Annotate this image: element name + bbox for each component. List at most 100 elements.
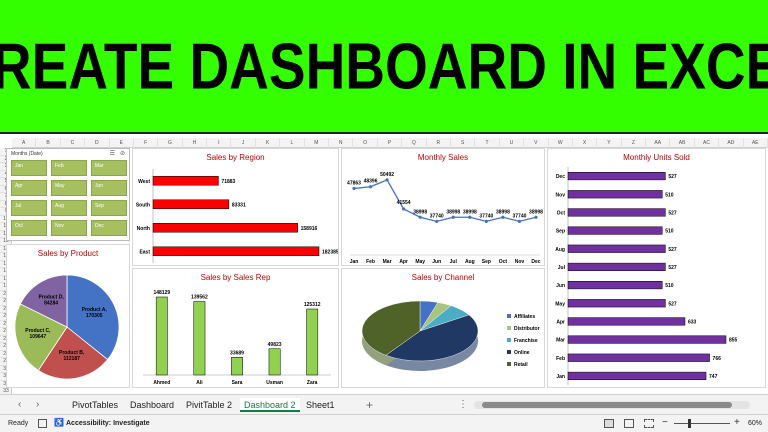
column-header-T[interactable]: T (475, 138, 500, 148)
prev-sheet-icon[interactable]: ‹ (18, 398, 21, 412)
column-header-C[interactable]: C (61, 138, 86, 148)
tick-label-ali: Ali (196, 380, 203, 386)
panel-sales-by-rep[interactable]: Sales by Sales Rep 148129 Ahmed 139562 Ali 3… (132, 268, 339, 388)
legend-swatch-affiliates (507, 314, 511, 318)
column-header-R[interactable]: R (427, 138, 451, 148)
data-label-oct: 527 (668, 210, 677, 216)
slicer-item-aug[interactable]: Aug (51, 200, 87, 216)
column-header-Y[interactable]: Y (597, 138, 622, 148)
column-header-AD[interactable]: AD (719, 138, 744, 148)
page-break-icon[interactable] (644, 419, 654, 428)
point-sep (484, 219, 488, 223)
column-header-M[interactable]: M (305, 138, 330, 148)
next-sheet-icon[interactable]: › (36, 398, 39, 412)
column-header-A[interactable]: A (12, 138, 37, 148)
tick-label-jan: Jan (556, 374, 565, 380)
clear-filter-icon[interactable]: ⊘ (120, 150, 125, 157)
horizontal-scrollbar[interactable] (474, 401, 750, 409)
multi-select-icon[interactable]: ☰ (110, 150, 115, 157)
macro-icon[interactable] (38, 419, 47, 428)
tick-label-jun: Jun (432, 259, 441, 265)
tick-label-sep: Sep (556, 229, 565, 235)
slicer-item-oct[interactable]: Oct (11, 220, 47, 236)
panel-monthly-units-sold[interactable]: Monthly Units Sold Dec 527 Nov 510 Oct 527 Sep… (547, 148, 766, 388)
tick-label-jan: Jan (350, 259, 359, 265)
column-header-AE[interactable]: AE (744, 138, 768, 148)
months-slicer[interactable]: Months (Date) ☰ ⊘ Jan Feb Mar Apr May Jun Jul A… (6, 148, 130, 241)
zoom-out-icon[interactable]: − (662, 417, 668, 428)
column-header-V[interactable]: V (524, 138, 549, 148)
column-header-AA[interactable]: AA (646, 138, 671, 148)
more-options-icon[interactable]: ⋮ (458, 398, 468, 412)
panel-sales-by-channel[interactable]: Sales by Channel Affiliates Distributor Fr… (341, 268, 545, 388)
column-header-D[interactable]: D (85, 138, 110, 148)
column-header-I[interactable]: I (207, 138, 232, 148)
tick-label-aug: Aug (555, 247, 565, 253)
data-label-mar: 50492 (380, 172, 394, 178)
column-header-AC[interactable]: AC (695, 138, 720, 148)
zoom-slider-thumb[interactable] (688, 419, 691, 428)
slicer-item-mar[interactable]: Mar (91, 160, 127, 176)
slicer-item-feb[interactable]: Feb (51, 160, 87, 176)
data-label-east: 182385 (322, 249, 338, 255)
point-apr (402, 207, 406, 211)
panel-sales-by-region[interactable]: Sales by Region West 71883 South 83331 North… (132, 148, 339, 266)
bar-south (152, 199, 230, 209)
sheet-tab-sheet1[interactable]: Sheet1 (302, 398, 339, 412)
column-header-H[interactable]: H (183, 138, 208, 148)
column-header-X[interactable]: X (573, 138, 598, 148)
bar-apr (567, 317, 686, 326)
sheet-tab-dashboard-2[interactable]: Dashboard 2 (240, 398, 300, 412)
chart-title-sales-by-product: Sales by Product (37, 249, 99, 258)
add-sheet-icon[interactable]: + (366, 398, 373, 412)
column-header-O[interactable]: O (353, 138, 378, 148)
slicer-item-apr[interactable]: Apr (11, 180, 47, 196)
data-label-ali: 139562 (191, 295, 208, 301)
column-header-G[interactable]: G (158, 138, 183, 148)
slicer-item-sep[interactable]: Sep (91, 200, 127, 216)
zoom-in-icon[interactable]: + (734, 417, 740, 428)
column-header-Q[interactable]: Q (402, 138, 427, 148)
accessibility-status[interactable]: Accessibility: Investigate (66, 418, 150, 430)
zoom-level[interactable]: 60% (748, 418, 762, 430)
scrollbar-thumb[interactable] (482, 402, 732, 408)
column-header-AB[interactable]: AB (670, 138, 695, 148)
column-header-N[interactable]: N (329, 138, 354, 148)
panel-monthly-sales[interactable]: Monthly Sales 47863 Jan 48396 Feb 50492 Mar 41… (341, 148, 545, 266)
column-headers: A B C D E F G H I J K L M N O P Q R S T U V W X Y Z AA AB AC AD AE (12, 138, 768, 148)
column-header-W[interactable]: W (549, 138, 573, 148)
banner-title: CREATE DASHBOARD IN EXCEL (0, 29, 768, 103)
chart-sales-by-rep: 148129 Ahmed 139562 Ali 33689 Sara 49823 Usman 1… (143, 290, 331, 386)
chart-title-sales-by-channel: Sales by Channel (411, 273, 475, 282)
bar-dec (567, 172, 666, 181)
panel-sales-by-product[interactable]: Sales by Product Product A, 170305 Product… (6, 244, 130, 388)
sheet-tab-pivottables[interactable]: PivotTables (68, 398, 122, 412)
column-header-Z[interactable]: Z (622, 138, 647, 148)
column-header-U[interactable]: U (500, 138, 525, 148)
data-label-sep: 37740 (479, 213, 493, 219)
column-header-L[interactable]: L (280, 138, 305, 148)
slicer-item-jul[interactable]: Jul (11, 200, 47, 216)
column-header-S[interactable]: S (451, 138, 476, 148)
column-header-K[interactable]: K (256, 138, 281, 148)
slicer-item-jun[interactable]: Jun (91, 180, 127, 196)
slicer-item-nov[interactable]: Nov (51, 220, 87, 236)
normal-view-icon[interactable] (604, 419, 614, 428)
sheet-tab-dashboard[interactable]: Dashboard (126, 398, 178, 412)
column-header-F[interactable]: F (134, 138, 159, 148)
slicer-item-may[interactable]: May (51, 180, 87, 196)
column-header-J[interactable]: J (231, 138, 256, 148)
column-header-P[interactable]: P (378, 138, 403, 148)
sheet-tab-pivittable-2[interactable]: PivitTable 2 (182, 398, 236, 412)
column-header-E[interactable]: E (110, 138, 134, 148)
page-layout-icon[interactable] (624, 419, 634, 428)
zoom-slider[interactable] (674, 419, 730, 428)
status-bar: Ready ♿ Accessibility: Investigate − + 6… (0, 414, 768, 432)
column-header-B[interactable]: B (36, 138, 61, 148)
data-label-jan: 747 (709, 374, 718, 380)
slicer-item-dec[interactable]: Dec (91, 220, 127, 236)
slicer-item-jan[interactable]: Jan (11, 160, 47, 176)
accessibility-icon[interactable]: ♿ (54, 418, 64, 427)
tick-label-east: East (139, 249, 150, 255)
point-dec (534, 215, 538, 219)
